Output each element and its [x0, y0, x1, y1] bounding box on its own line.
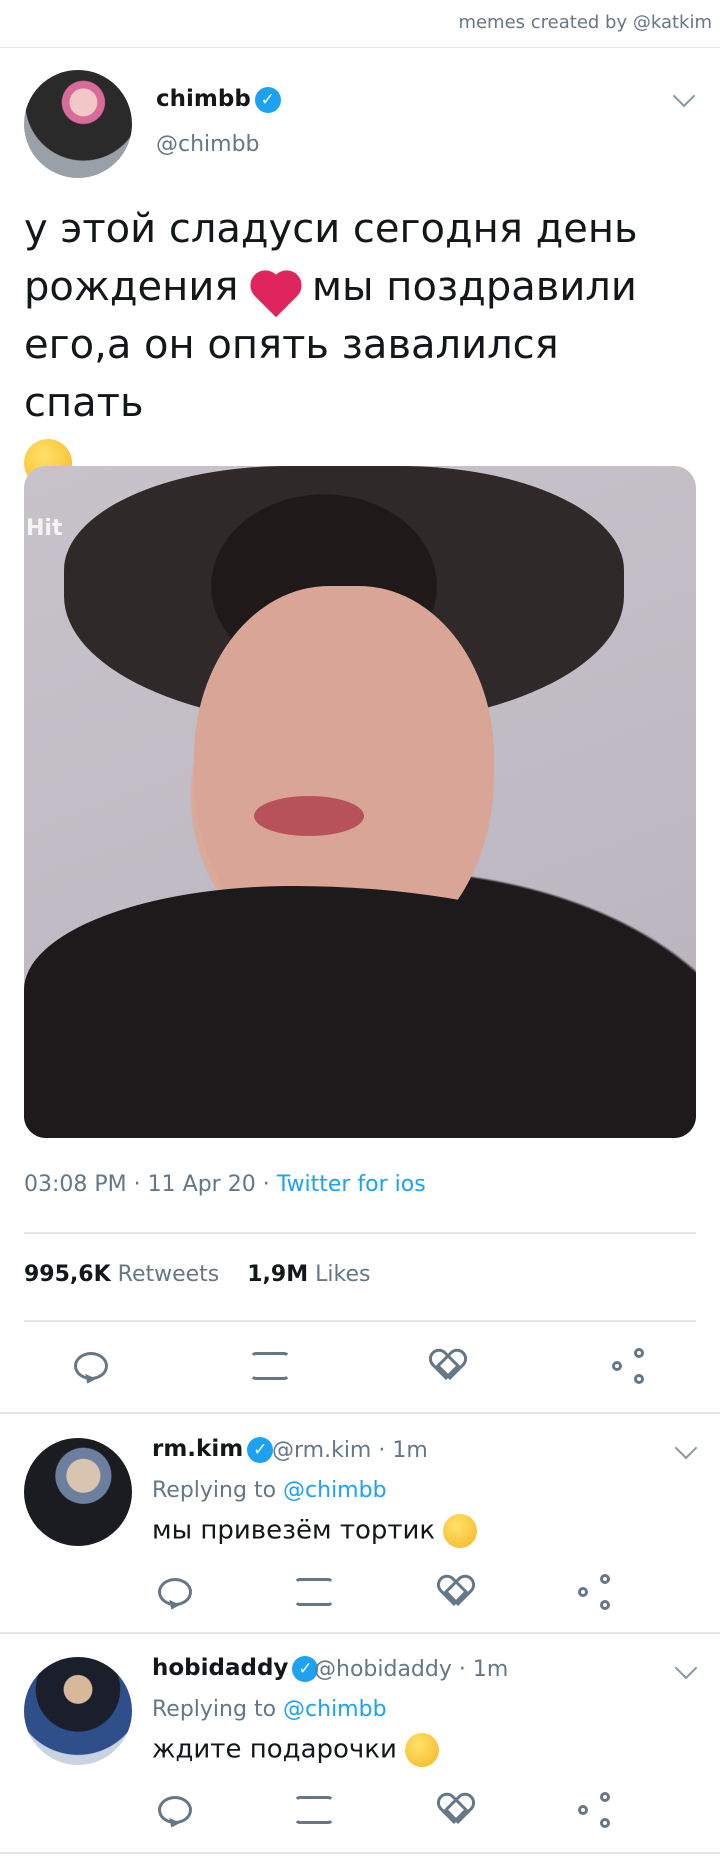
share-icon[interactable]: [612, 1348, 648, 1384]
tweet-text: у этой сладуси сегодня день рождения мы …: [24, 200, 684, 490]
retweet-icon[interactable]: [294, 1796, 334, 1824]
reply-icon[interactable]: [158, 1578, 192, 1606]
like-icon[interactable]: [438, 1576, 474, 1608]
divider: [24, 1232, 696, 1234]
two-hearts-icon: [251, 265, 299, 318]
like-icon[interactable]: [438, 1794, 474, 1826]
handle-text: @hobidaddy: [314, 1657, 452, 1682]
tweet-time: 03:08 PM: [24, 1172, 127, 1197]
reply-author-handle[interactable]: @hobidaddy · 1m: [314, 1657, 508, 1682]
tweet-source-link[interactable]: Twitter for ios: [277, 1172, 426, 1197]
likes-label: Likes: [315, 1262, 371, 1287]
tweet-stats: 995,6K Retweets 1,9M Likes: [24, 1262, 370, 1287]
retweets-label: Retweets: [117, 1262, 220, 1287]
author-name-text: rm.kim: [152, 1436, 244, 1462]
verified-badge-icon: ✓: [247, 1436, 274, 1463]
like-icon[interactable]: [430, 1350, 466, 1382]
share-icon[interactable]: [578, 1574, 614, 1610]
tweet-text-fragment: рождения: [24, 264, 239, 310]
chevron-down-icon[interactable]: [674, 1656, 698, 1680]
avatar[interactable]: [24, 1657, 132, 1765]
top-bar: memes created by @katkim: [0, 0, 720, 48]
chevron-down-icon[interactable]: [672, 84, 696, 108]
tweet-text-line: его,а он опять завалился спать: [24, 322, 559, 426]
divider: [0, 1852, 720, 1854]
reply-icon[interactable]: [74, 1352, 108, 1380]
retweets-stat[interactable]: 995,6K Retweets: [24, 1262, 219, 1287]
retweets-count: 995,6K: [24, 1262, 111, 1287]
author-name-text: chimbb: [156, 86, 251, 112]
reply-author-name[interactable]: rm.kim ✓: [152, 1436, 274, 1463]
tweet-meta: 03:08 PM · 11 Apr 20 · Twitter for ios: [24, 1172, 426, 1197]
reply-text: мы привезём тортик: [152, 1514, 478, 1548]
avatar[interactable]: [24, 70, 132, 178]
divider: [24, 1320, 696, 1322]
tweet-date: 11 Apr 20: [147, 1172, 256, 1197]
author-name-text: hobidaddy: [152, 1655, 289, 1681]
mention-link[interactable]: @chimbb: [283, 1697, 387, 1722]
chevron-down-icon[interactable]: [674, 1436, 698, 1460]
likes-count: 1,9M: [247, 1262, 309, 1287]
reply-author-name[interactable]: hobidaddy ✓: [152, 1655, 319, 1682]
avatar[interactable]: [24, 1438, 132, 1546]
reply-time: 1m: [392, 1438, 428, 1463]
tweet-photo[interactable]: Hit: [24, 466, 696, 1138]
handle-text: @rm.kim: [272, 1438, 372, 1463]
divider: [0, 1632, 720, 1634]
upside-down-face-icon: [443, 1514, 478, 1548]
replying-label: Replying to: [152, 1478, 277, 1503]
zany-face-icon: [405, 1733, 440, 1767]
likes-stat[interactable]: 1,9M Likes: [247, 1262, 370, 1287]
replying-to: Replying to @chimbb: [152, 1478, 387, 1503]
tweet-text-line: рождения мы поздравили: [24, 258, 684, 318]
retweet-icon[interactable]: [250, 1352, 290, 1380]
mention-link[interactable]: @chimbb: [283, 1478, 387, 1503]
reply-author-handle[interactable]: @rm.kim · 1m: [272, 1438, 428, 1463]
reply-time: 1m: [472, 1657, 509, 1682]
tweet-author-handle[interactable]: @chimbb: [156, 132, 260, 157]
replying-to: Replying to @chimbb: [152, 1697, 387, 1722]
photo-watermark: Hit: [26, 516, 63, 541]
tweet-text-line: у этой сладуси сегодня день: [24, 206, 638, 252]
retweet-icon[interactable]: [294, 1578, 334, 1606]
reply-text: ждите подарочки: [152, 1733, 440, 1767]
tweet-author-name[interactable]: chimbb ✓: [156, 86, 281, 113]
share-icon[interactable]: [578, 1792, 614, 1828]
meme-credit: memes created by @katkim: [458, 12, 712, 33]
verified-badge-icon: ✓: [254, 86, 281, 113]
reply-text-content: мы привезём тортик: [152, 1515, 436, 1546]
reply-icon[interactable]: [158, 1796, 192, 1824]
divider: [0, 1412, 720, 1414]
tweet-text-fragment: мы поздравили: [311, 264, 637, 310]
replying-label: Replying to: [152, 1697, 277, 1722]
reply-text-content: ждите подарочки: [152, 1734, 397, 1765]
